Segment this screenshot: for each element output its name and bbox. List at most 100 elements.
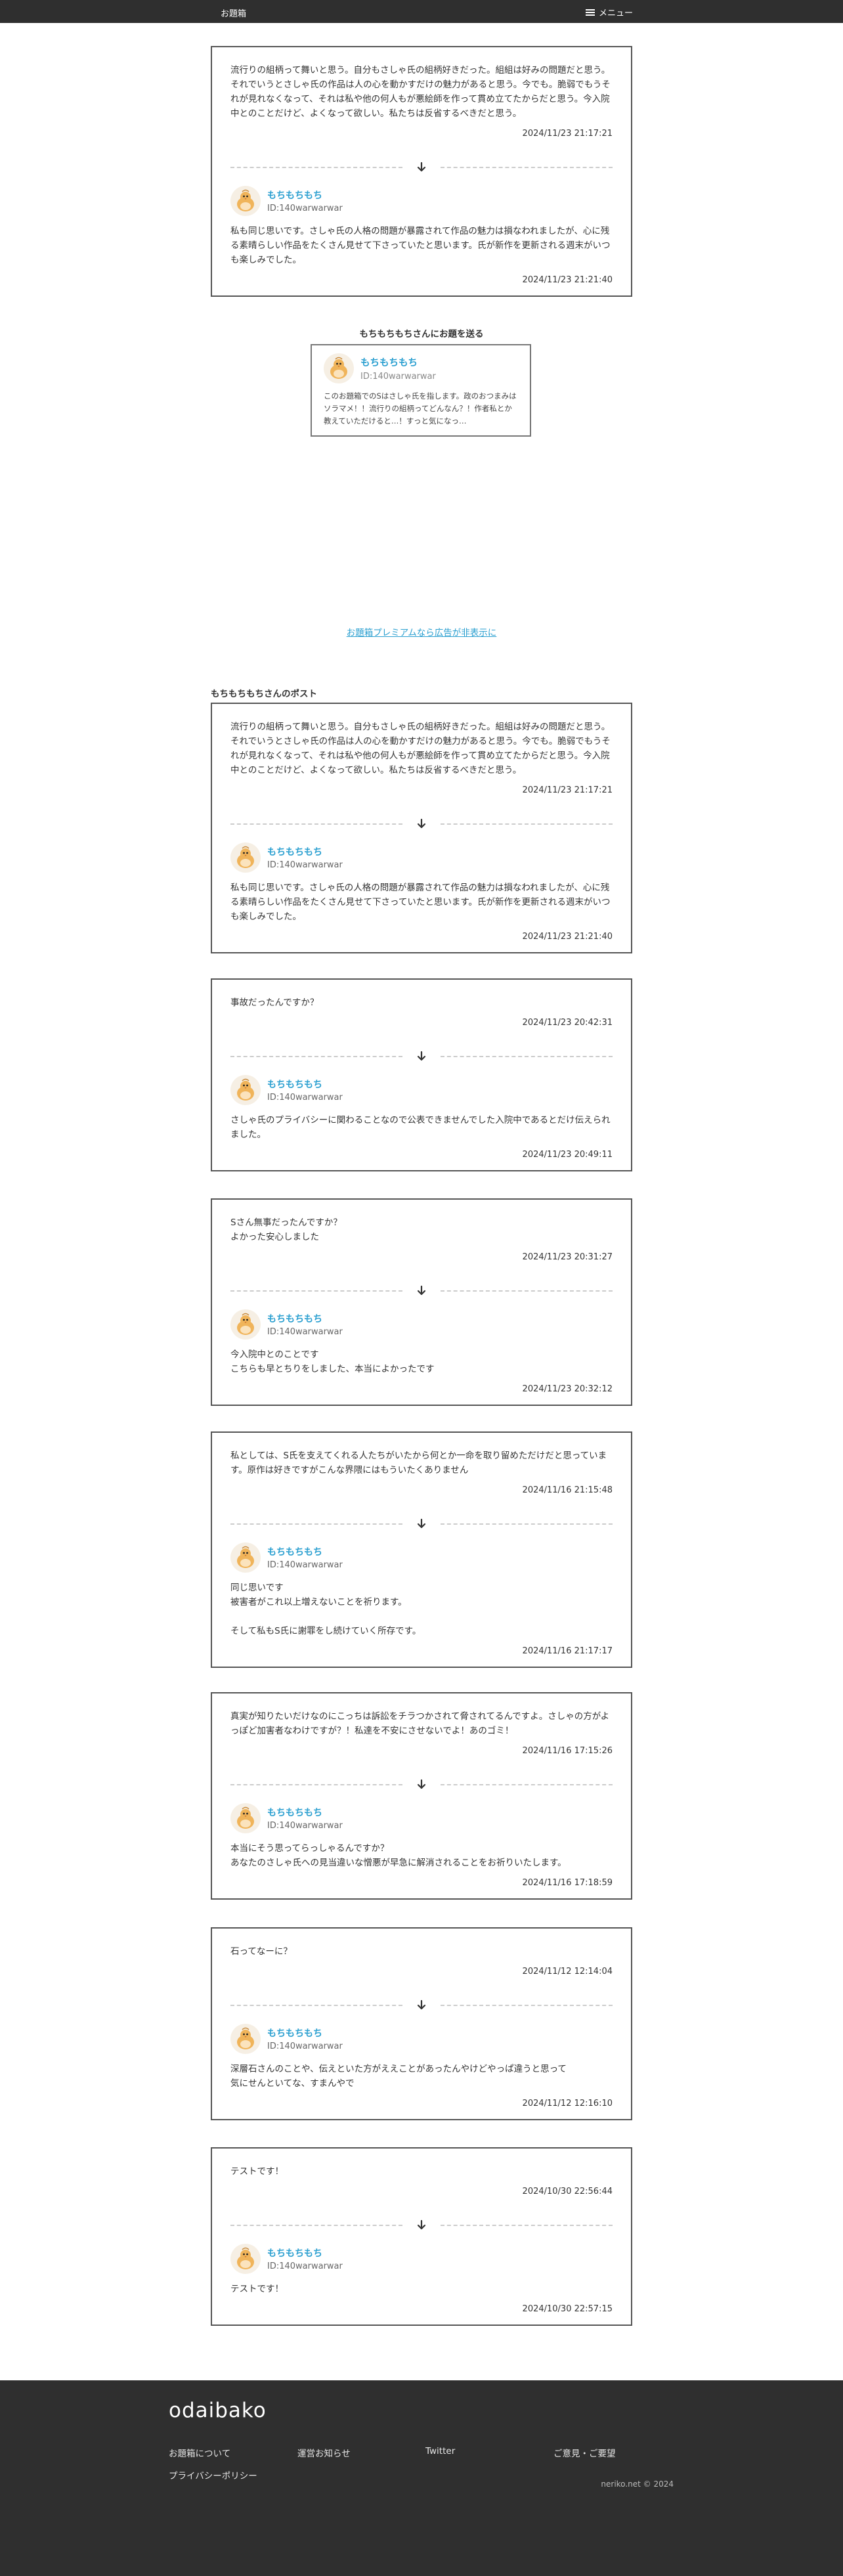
answer-timestamp: 2024/11/16 21:17:17 <box>522 1646 613 1656</box>
avatar[interactable] <box>230 1309 261 1340</box>
answer-text: さしゃ氏のプライバシーに関わることなので公表できませんでした入院中であるとだけ伝… <box>230 1115 611 1140</box>
footer-link-about[interactable]: お題箱について <box>169 2446 230 2459</box>
answer-timestamp: 2024/11/12 12:16:10 <box>522 2099 613 2108</box>
answerer-info[interactable]: もちもちもち ID:140warwarwar <box>230 1309 613 1340</box>
answer-text: 今入院中とのことです こちらも早とちりをしました、本当によかったです <box>230 1349 435 1374</box>
arrow-down-icon <box>417 1999 426 2010</box>
premium-ad-free-link[interactable]: お題箱プレミアムなら広告が非表示に <box>0 625 843 638</box>
question-text: 私としては、S氏を支えてくれる人たちがいたから何とか一命を取り留めただけだと思っ… <box>230 1451 607 1475</box>
answerer-info[interactable]: もちもちもち ID:140warwarwar <box>230 842 613 873</box>
arrow-down-icon <box>417 818 426 829</box>
bird-avatar-icon <box>237 1546 254 1568</box>
answer-text: 本当にそう思ってらっしゃるんですか？ あなたのさしゃ氏への見当違いな憎悪が早急に… <box>230 1843 567 1868</box>
arrow-down-icon <box>417 1518 426 1529</box>
answerer-name[interactable]: もちもちもち <box>267 2246 343 2259</box>
featured-post-card: 流行りの組柄って舞いと思う。自分もさしゃ氏の組柄好きだった。組組は好みの問題だと… <box>211 46 632 297</box>
question-text: 真実が知りたいだけなのにこっちは訴訟をチラつかされて脅されてるんですよ。さしゃの… <box>230 1711 610 1736</box>
answerer-name[interactable]: もちもちもち <box>267 2026 343 2040</box>
answer-timestamp: 2024/11/23 21:21:40 <box>522 932 613 942</box>
avatar[interactable] <box>230 1542 261 1573</box>
answerer-info[interactable]: もちもちもち ID:140warwarwar <box>230 1542 613 1573</box>
answer-timestamp: 2024/11/23 20:32:12 <box>522 1384 613 1394</box>
answerer-info[interactable]: もちもちもち ID:140warwarwar <box>230 1803 613 1833</box>
footer-logo[interactable]: odaibako <box>169 2399 267 2422</box>
question-timestamp: 2024/10/30 22:56:44 <box>522 2187 613 2196</box>
bird-avatar-icon <box>237 2247 254 2269</box>
answer-timestamp: 2024/11/16 17:18:59 <box>522 1878 613 1888</box>
bird-avatar-icon <box>237 1078 254 1101</box>
profile-name: もちもちもち <box>360 358 418 368</box>
avatar[interactable] <box>230 2024 261 2054</box>
answerer-id: ID:140warwarwar <box>267 1327 343 1337</box>
answerer-name[interactable]: もちもちもち <box>267 1545 343 1558</box>
profile-id: ID:140warwarwar <box>360 372 436 382</box>
question-text: 流行りの組柄って舞いと思う。自分もさしゃ氏の組柄好きだった。組組は好みの問題だと… <box>230 722 611 775</box>
send-question-title: もちもちもちさんにお題を送る <box>359 329 484 339</box>
answerer-name[interactable]: もちもちもち <box>267 1312 343 1325</box>
bird-avatar-icon <box>237 1806 254 1829</box>
avatar[interactable] <box>230 2244 261 2274</box>
answerer-name[interactable]: もちもちもち <box>267 188 343 202</box>
site-brand-link[interactable]: お題箱 <box>221 7 246 19</box>
answer-text: テストです！ <box>230 2284 284 2294</box>
question-timestamp: 2024/11/23 21:17:21 <box>522 129 613 139</box>
question-timestamp: 2024/11/16 21:15:48 <box>522 1485 613 1495</box>
question-timestamp: 2024/11/23 20:42:31 <box>522 1018 613 1028</box>
answerer-id: ID:140warwarwar <box>267 1093 343 1102</box>
answer-divider <box>230 2219 613 2232</box>
footer-link-twitter[interactable]: Twitter <box>425 2446 455 2456</box>
arrow-down-icon <box>417 1779 426 1789</box>
arrow-down-icon <box>417 162 426 172</box>
answer-timestamp: 2024/10/30 22:57:15 <box>522 2304 613 2314</box>
copyright: neriko.net © 2024 <box>601 2479 674 2489</box>
question-timestamp: 2024/11/23 21:17:21 <box>522 785 613 795</box>
answer-divider <box>230 161 613 174</box>
top-navbar: お題箱 メニュー <box>0 0 843 23</box>
answer-timestamp: 2024/11/23 21:21:40 <box>522 275 613 285</box>
answerer-name[interactable]: もちもちもち <box>267 845 343 858</box>
arrow-down-icon <box>417 1285 426 1296</box>
footer: odaibako お題箱について 運営お知らせ Twitter ご意見・ご要望 … <box>0 2380 843 2576</box>
avatar[interactable] <box>230 1075 261 1105</box>
answerer-name[interactable]: もちもちもち <box>267 1806 343 1819</box>
send-question-profile-box[interactable]: もちもちもち ID:140warwarwar このお題箱でのSはさしゃ氏を指しま… <box>311 344 531 437</box>
bird-avatar-icon <box>330 357 347 379</box>
post-card: Sさん無事だったんですか？ よかった安心しました 2024/11/23 20:3… <box>211 1198 632 1406</box>
question-timestamp: 2024/11/16 17:15:26 <box>522 1746 613 1756</box>
hamburger-icon <box>585 9 595 16</box>
footer-link-privacy[interactable]: プライバシーポリシー <box>169 2468 257 2481</box>
answer-divider <box>230 818 613 831</box>
avatar[interactable] <box>230 186 261 216</box>
answer-text: 私も同じ思いです。さしゃ氏の人格の問題が暴露されて作品の魅力は損なわれましたが、… <box>230 226 611 265</box>
question-timestamp: 2024/11/12 12:14:04 <box>522 1967 613 1976</box>
bird-avatar-icon <box>237 2027 254 2049</box>
question-timestamp: 2024/11/23 20:31:27 <box>522 1252 613 1262</box>
answerer-id: ID:140warwarwar <box>267 2261 343 2271</box>
avatar[interactable] <box>230 842 261 873</box>
menu-button[interactable]: メニュー <box>585 6 633 18</box>
answerer-info[interactable]: もちもちもち ID:140warwarwar <box>230 186 613 216</box>
menu-label: メニュー <box>598 9 633 18</box>
post-card: 私としては、S氏を支えてくれる人たちがいたから何とか一命を取り留めただけだと思っ… <box>211 1431 632 1668</box>
question-text: 流行りの組柄って舞いと思う。自分もさしゃ氏の組柄好きだった。組組は好みの問題だと… <box>230 65 611 119</box>
footer-link-feedback[interactable]: ご意見・ご要望 <box>553 2446 616 2459</box>
arrow-down-icon <box>417 1051 426 1061</box>
answer-divider <box>230 1778 613 1791</box>
post-card: 事故だったんですか？ 2024/11/23 20:42:31 もちもちもち ID… <box>211 978 632 1171</box>
avatar[interactable] <box>230 1803 261 1833</box>
answer-divider <box>230 1284 613 1298</box>
answer-divider <box>230 1050 613 1063</box>
answerer-info[interactable]: もちもちもち ID:140warwarwar <box>230 1075 613 1105</box>
answer-divider <box>230 1517 613 1531</box>
answerer-name[interactable]: もちもちもち <box>267 1078 343 1091</box>
posts-section-title: もちもちもちさんのポスト <box>211 689 317 699</box>
answer-text: 深層石さんのことや、伝えといた方がええことがあったんやけどやっぱ違うと思って 気… <box>230 2064 567 2089</box>
answerer-info[interactable]: もちもちもち ID:140warwarwar <box>230 2024 613 2054</box>
post-card: 石ってなーに？ 2024/11/12 12:14:04 もちもちもち ID:14… <box>211 1927 632 2120</box>
answerer-id: ID:140warwarwar <box>267 1560 343 1570</box>
answer-text: 私も同じ思いです。さしゃ氏の人格の問題が暴露されて作品の魅力は損なわれましたが、… <box>230 883 611 922</box>
answerer-id: ID:140warwarwar <box>267 1821 343 1831</box>
profile-bio: このお題箱でのSはさしゃ氏を指します。政のおつまみはソラマメ！！流行りの組柄って… <box>324 391 517 426</box>
footer-link-news[interactable]: 運営お知らせ <box>297 2446 351 2459</box>
answerer-info[interactable]: もちもちもち ID:140warwarwar <box>230 2244 613 2274</box>
